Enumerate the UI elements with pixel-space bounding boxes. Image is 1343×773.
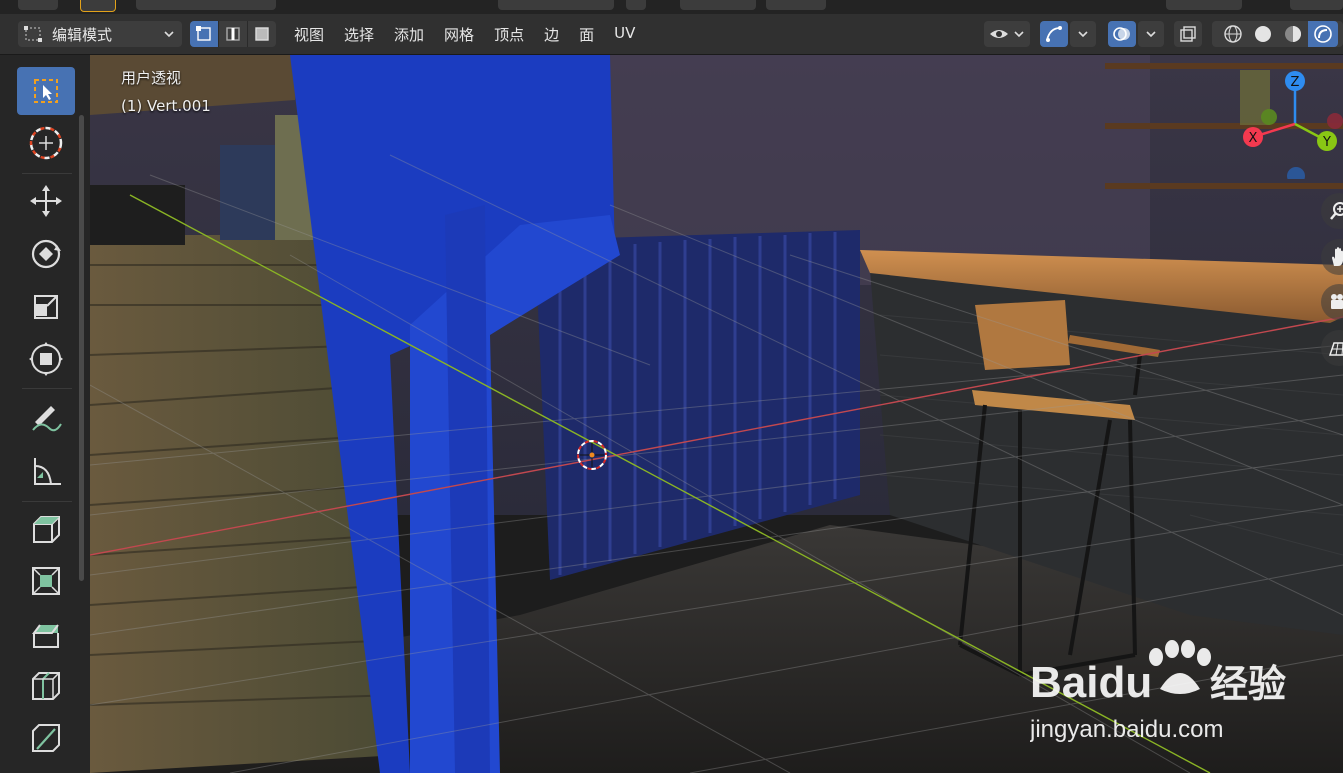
- toolbar-divider: [22, 388, 72, 389]
- edge-select-icon[interactable]: [219, 21, 248, 47]
- watermark-brand: Baidu: [1030, 658, 1152, 707]
- solid-shading-icon[interactable]: [1248, 24, 1278, 44]
- shading-mode-group: [1212, 21, 1343, 47]
- mode-label: 编辑模式: [52, 25, 113, 44]
- measure-icon[interactable]: [17, 447, 75, 495]
- menu-select[interactable]: 选择: [334, 22, 384, 47]
- view-name: 用户透视: [121, 69, 182, 87]
- move-icon[interactable]: [17, 177, 75, 225]
- strip-block: [136, 0, 276, 10]
- strip-block: [80, 0, 116, 12]
- toolbar-divider: [22, 501, 72, 502]
- gizmo-z-label: Z: [1291, 75, 1300, 90]
- bevel-icon[interactable]: [17, 610, 75, 658]
- object-name: (1) Vert.001: [121, 97, 211, 115]
- transform-icon[interactable]: [17, 335, 75, 383]
- viewport-header: 编辑模式 视图 选择 添加 网格 顶点 边 面 UV: [0, 14, 1343, 55]
- chevron-down-icon[interactable]: [1070, 21, 1096, 47]
- menu-uv[interactable]: UV: [604, 22, 645, 47]
- wireframe-shading-icon[interactable]: [1218, 24, 1248, 44]
- menu-view[interactable]: 视图: [284, 22, 334, 47]
- navigation-gizmo[interactable]: Z X Y: [1233, 69, 1343, 179]
- select-mode-group: [190, 21, 276, 47]
- overlay-toggle-icon[interactable]: [1108, 21, 1136, 47]
- gizmo-x-label: X: [1249, 131, 1258, 146]
- header-menu: 视图 选择 添加 网格 顶点 边 面 UV: [284, 22, 645, 47]
- menu-face[interactable]: 面: [569, 22, 604, 47]
- watermark-suffix: 经验: [1210, 662, 1286, 706]
- header-right-tools: [980, 21, 1343, 47]
- tool-shelf: [0, 55, 90, 773]
- material-shading-icon[interactable]: [1278, 24, 1308, 44]
- select-box-icon[interactable]: [17, 67, 75, 115]
- baidu-watermark: Baidu 经验 jingyan.baidu.com: [1029, 627, 1343, 747]
- gizmo-toggle-icon[interactable]: [1040, 21, 1068, 47]
- gizmo-y-label: Y: [1322, 135, 1331, 150]
- strip-block: [498, 0, 614, 10]
- visibility-eye-icon[interactable]: [984, 21, 1030, 47]
- 3d-cursor-icon[interactable]: [577, 440, 607, 470]
- cursor-icon[interactable]: [17, 119, 75, 167]
- editmode-icon: [22, 23, 44, 45]
- menu-edge[interactable]: 边: [534, 22, 569, 47]
- menu-mesh[interactable]: 网格: [434, 22, 484, 47]
- knife-icon[interactable]: [17, 714, 75, 762]
- 3d-viewport[interactable]: 用户透视 (1) Vert.001 Z X Y Baidu 经验 jingyan…: [90, 55, 1343, 773]
- vertex-select-icon[interactable]: [190, 21, 219, 47]
- strip-block: [1166, 0, 1242, 10]
- rendered-shading-icon[interactable]: [1307, 21, 1338, 47]
- mode-selector[interactable]: 编辑模式: [18, 21, 182, 47]
- strip-block: [680, 0, 756, 10]
- watermark-url: jingyan.baidu.com: [1030, 716, 1223, 743]
- extrude-icon[interactable]: [17, 505, 75, 553]
- strip-block: [18, 0, 58, 10]
- toolbar-scrollbar[interactable]: [79, 115, 84, 581]
- top-header-strip: [0, 0, 1343, 14]
- annotate-icon[interactable]: [17, 393, 75, 441]
- rotate-icon[interactable]: [17, 230, 75, 278]
- chevron-down-icon: [162, 25, 176, 47]
- toolbar-divider: [22, 173, 72, 174]
- baidu-paw-logo: Baidu 经验 jingyan.baidu.com: [1029, 640, 1286, 743]
- strip-block: [766, 0, 826, 10]
- inset-icon[interactable]: [17, 557, 75, 605]
- xray-toggle-icon[interactable]: [1174, 21, 1202, 47]
- menu-add[interactable]: 添加: [384, 22, 434, 47]
- menu-vertex[interactable]: 顶点: [484, 22, 534, 47]
- face-select-icon[interactable]: [248, 21, 276, 47]
- strip-block: [1290, 0, 1343, 10]
- loopcut-icon[interactable]: [17, 662, 75, 710]
- strip-block: [626, 0, 646, 10]
- chevron-down-icon[interactable]: [1138, 21, 1164, 47]
- scale-icon[interactable]: [17, 283, 75, 331]
